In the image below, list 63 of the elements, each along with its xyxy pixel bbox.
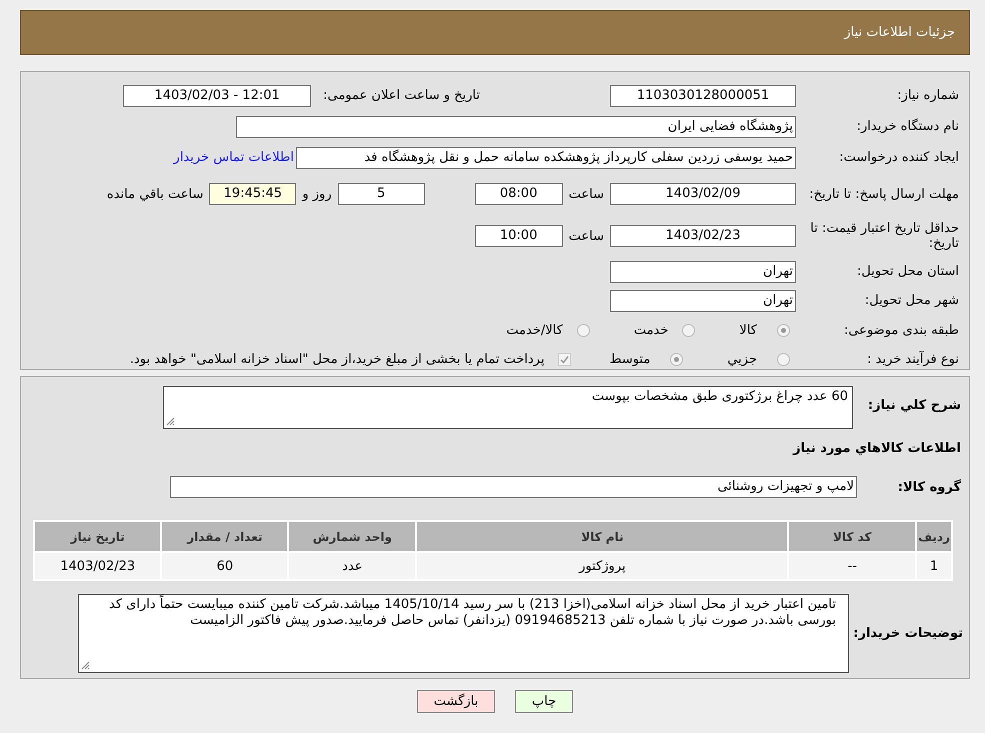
input-field[interactable]: 1403/02/03 - 12:01 xyxy=(123,84,312,106)
field-label: گروه کالا: xyxy=(896,480,962,494)
field-label: شرح کلي نياز: xyxy=(866,397,962,413)
field-label: حداقل تاریخ اعتبار قیمت: تا تاریخ: xyxy=(809,221,960,251)
input-field[interactable]: 19:45:45 xyxy=(209,183,296,205)
description-textarea[interactable]: 60 عدد چراغ برژکتوری طبق مشخصات بپوست xyxy=(163,386,853,429)
radio-label: خدمت xyxy=(634,322,668,338)
page-title: جزئیات اطلاعات نیاز xyxy=(844,25,955,40)
buyer-notes-textarea[interactable]: تامین اعتبار خرید از محل اسناد خزانه اسلامی(اخزا 213) با سر رسید 1405/10/14 میباشد.شرکت تامین کننده میبایست حتماً دارای کد بورسی باشد.در صورت نیاز با شماره تلفن 09194685213 (یزدانفر) تماس حاصل فرمایید.صدور پیش فاکتور الزامیست xyxy=(78,594,849,672)
input-field[interactable]: 1403/02/09 xyxy=(610,183,796,205)
field-label: توضیحات خریدار: xyxy=(852,626,964,640)
input-field[interactable]: حمید یوسفی زردین سفلی کارپرداز پژوهشکده سامانه حمل و نقل پژوهشگاه فد xyxy=(296,146,796,168)
column-header: تعداد / مقدار xyxy=(162,522,288,551)
field-label: نوع فرآیند خرید : xyxy=(866,352,960,366)
input-field[interactable]: تهران xyxy=(610,290,796,312)
input-field[interactable]: 1403/02/23 xyxy=(610,225,796,247)
field-label: طبقه بندی موضوعی: xyxy=(842,322,960,338)
field-label: ساعت xyxy=(568,228,604,244)
field-label: روز و xyxy=(302,186,332,202)
input-field[interactable]: تهران xyxy=(610,260,796,282)
buyer-contact-link[interactable]: اطلاعات تماس خریدار xyxy=(174,150,294,165)
section-heading: اطلاعات کالاهاي مورد نياز xyxy=(793,440,961,456)
field-label: ساعت xyxy=(568,186,604,202)
column-header: کد کالا xyxy=(789,522,916,551)
field-label: تاریخ و ساعت اعلان عمومی: xyxy=(323,88,480,103)
field-label: شهر محل تحویل: xyxy=(864,293,960,308)
back-button[interactable]: بازگشت xyxy=(417,690,495,713)
column-header: تاریخ نیاز xyxy=(35,522,160,551)
radio-button[interactable] xyxy=(777,352,790,366)
input-field[interactable]: 5 xyxy=(338,183,425,205)
field-label: ایجاد کننده درخواست: xyxy=(838,150,960,165)
field-label: مهلت ارسال پاسخ: تا تاریخ: xyxy=(808,186,960,202)
radio-label: جزيي xyxy=(727,352,757,366)
radio-label: متوسط xyxy=(609,352,650,366)
table-cell: 1403/02/23 xyxy=(35,553,160,579)
radio-button[interactable] xyxy=(682,324,696,336)
field-label: نام دستگاه خریدار: xyxy=(856,119,960,134)
radio-button[interactable] xyxy=(576,324,590,336)
field-label: شماره نیاز: xyxy=(896,88,960,103)
input-field[interactable]: لامپ و تجهیزات روشنائی xyxy=(170,476,857,498)
table-cell: -- xyxy=(789,553,916,579)
radio-button[interactable] xyxy=(777,324,790,336)
checkbox-label: پرداخت تمام یا بخشی از مبلغ خرید،از محل "اسناد خزانه اسلامی" خواهد بود. xyxy=(130,352,544,366)
print-button[interactable]: چاپ xyxy=(515,690,573,713)
radio-label: کالا/خدمت xyxy=(506,322,563,338)
table-cell: پروژکتور xyxy=(417,553,788,579)
field-label: ساعت باقي مانده xyxy=(106,186,204,202)
column-header: واحد شمارش xyxy=(289,522,416,551)
resize-grip-icon[interactable] xyxy=(81,660,90,670)
input-field[interactable]: پژوهشگاه فضایی ایران xyxy=(236,116,796,138)
input-field[interactable]: 1103030128000051 xyxy=(610,84,796,106)
radio-button[interactable] xyxy=(670,352,684,366)
table-cell: 60 xyxy=(162,553,288,579)
input-field[interactable]: 08:00 xyxy=(474,183,563,205)
column-header: ردیف xyxy=(917,522,951,551)
field-label: استان محل تحویل: xyxy=(856,264,960,279)
table-cell: 1 xyxy=(917,553,951,579)
column-header: نام کالا xyxy=(417,522,788,551)
checkbox[interactable] xyxy=(558,352,572,366)
table-cell: عدد xyxy=(289,553,416,579)
resize-grip-icon[interactable] xyxy=(166,417,175,426)
input-field[interactable]: 10:00 xyxy=(474,225,563,247)
radio-label: کالا xyxy=(739,322,757,338)
